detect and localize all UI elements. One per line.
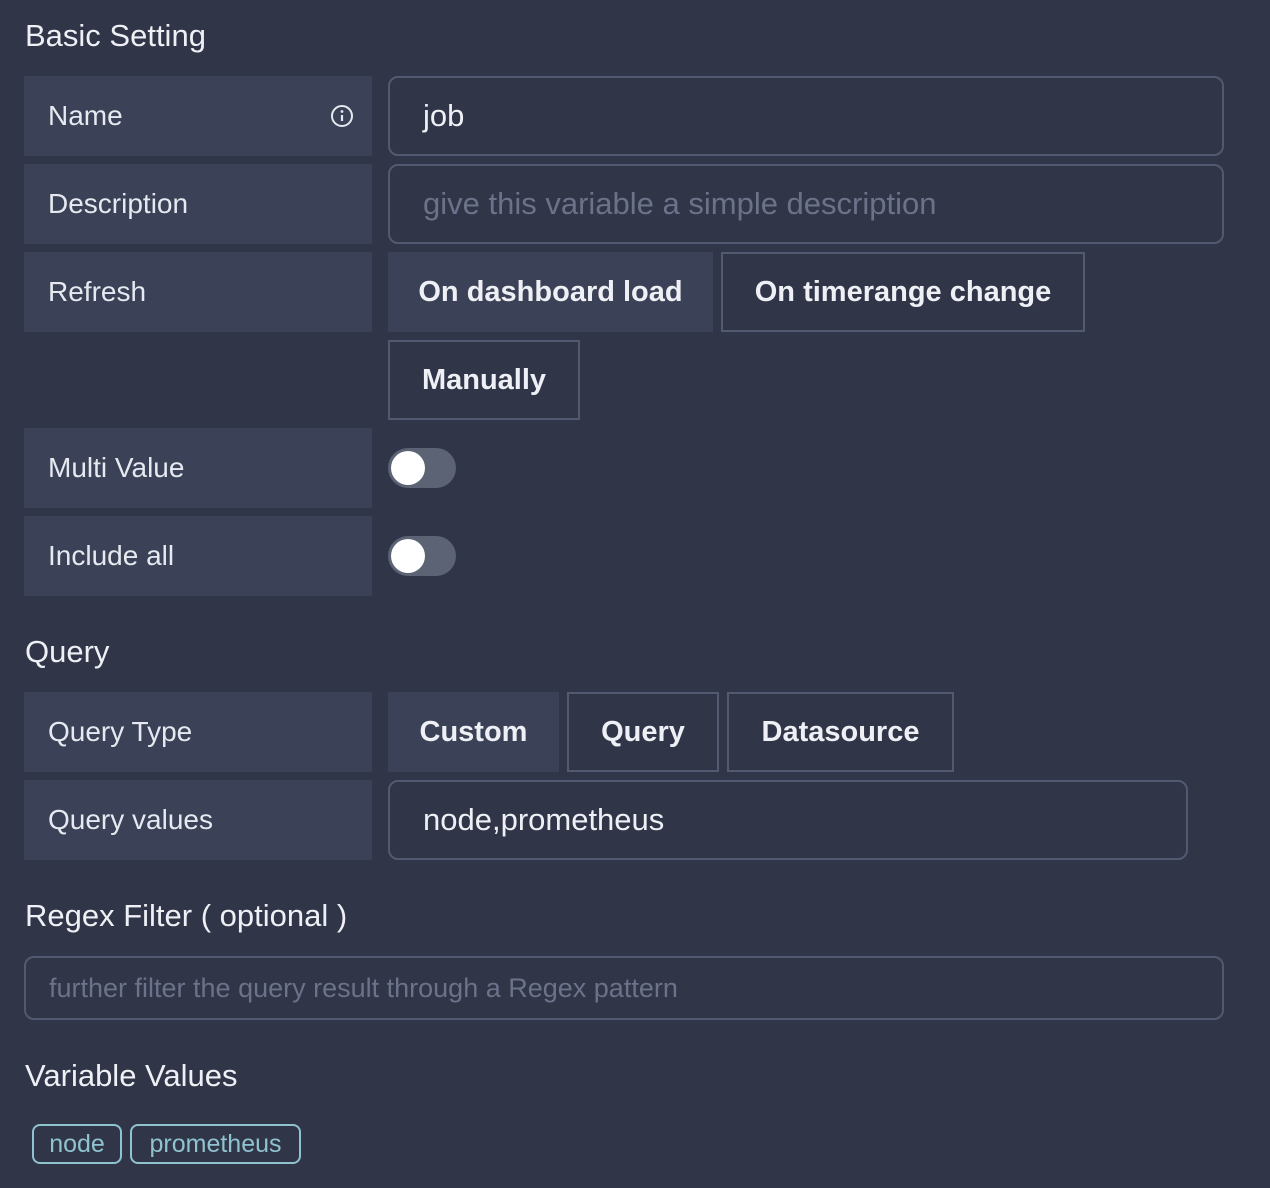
name-label-text: Name [48, 100, 123, 131]
refresh-label: Refresh [24, 252, 372, 332]
query-type-custom[interactable]: Custom [388, 692, 559, 772]
query-type-datasource[interactable]: Datasource [727, 692, 954, 772]
basic-setting-title: Basic Setting [25, 18, 206, 53]
multi-value-toggle[interactable] [388, 448, 456, 488]
query-type-label-text: Query Type [48, 716, 193, 747]
toggle-knob [391, 451, 425, 485]
description-input[interactable]: give this variable a simple description [388, 164, 1224, 244]
query-values-label: Query values [24, 780, 372, 860]
refresh-option-manually[interactable]: Manually [388, 340, 580, 420]
include-all-toggle[interactable] [388, 536, 456, 576]
info-icon[interactable] [330, 104, 354, 128]
include-all-label: Include all [24, 516, 372, 596]
refresh-option-on-dashboard-load[interactable]: On dashboard load [388, 252, 713, 332]
regex-filter-title: Regex Filter ( optional ) [25, 898, 348, 933]
refresh-option-on-timerange-change[interactable]: On timerange change [721, 252, 1085, 332]
toggle-knob [391, 539, 425, 573]
regex-filter-input[interactable]: further filter the query result through … [24, 956, 1224, 1020]
name-label: Name [24, 76, 372, 156]
variable-values-title: Variable Values [25, 1058, 238, 1093]
variable-value-tag: prometheus [130, 1124, 301, 1164]
name-input[interactable]: job [388, 76, 1224, 156]
variable-value-tag: node [32, 1124, 122, 1164]
query-values-input[interactable]: node,prometheus [388, 780, 1188, 860]
refresh-label-text: Refresh [48, 276, 147, 307]
query-type-query[interactable]: Query [567, 692, 719, 772]
include-all-label-text: Include all [48, 540, 175, 571]
query-values-label-text: Query values [48, 804, 213, 835]
description-label: Description [24, 164, 372, 244]
query-title: Query [25, 634, 110, 669]
multi-value-label-text: Multi Value [48, 452, 185, 483]
multi-value-label: Multi Value [24, 428, 372, 508]
description-label-text: Description [48, 188, 189, 219]
query-type-label: Query Type [24, 692, 372, 772]
